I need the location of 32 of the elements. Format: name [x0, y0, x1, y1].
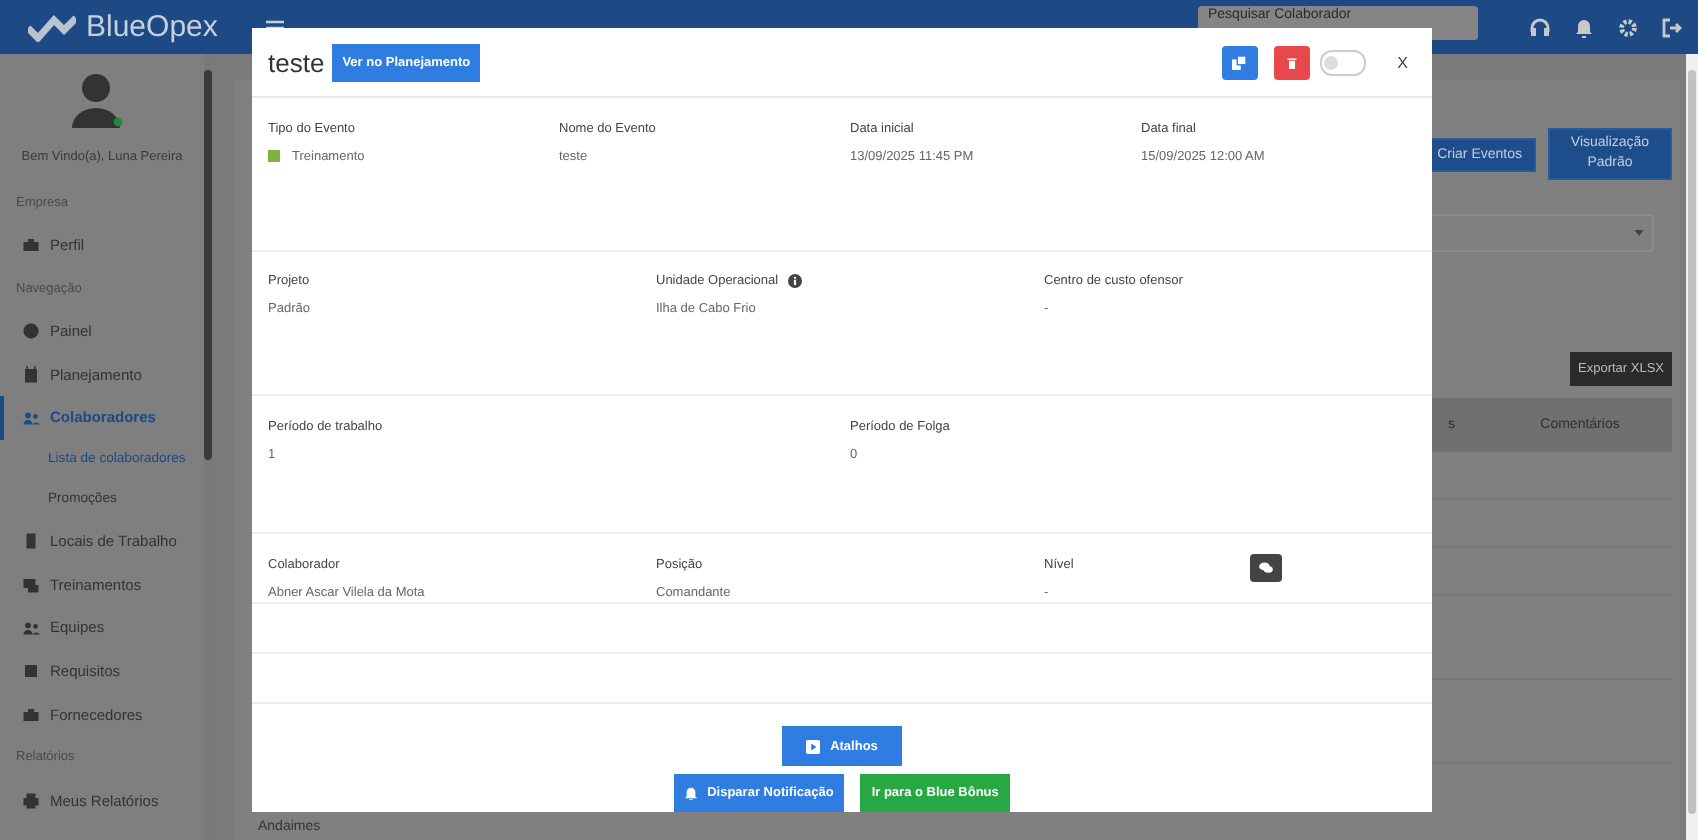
dialog-title: teste [268, 47, 325, 77]
trash-icon [1285, 55, 1298, 69]
nav-icon [22, 408, 40, 427]
nav-icon [22, 618, 40, 637]
close-button[interactable]: X [1397, 53, 1408, 71]
info-icon[interactable] [788, 274, 803, 289]
toggle-switch[interactable] [1319, 49, 1366, 75]
notification-bell-icon[interactable] [1574, 17, 1594, 37]
scrollbar-thumb[interactable] [204, 70, 212, 460]
nav-icon [22, 365, 40, 384]
bell-icon [683, 786, 698, 800]
nav-icon [22, 322, 40, 341]
play-icon [806, 739, 821, 753]
copy-icon [1232, 55, 1247, 69]
nav-icon [22, 236, 40, 255]
duplicate-button[interactable] [1221, 45, 1258, 79]
logout-icon[interactable] [1662, 17, 1682, 37]
nav-icon [22, 532, 40, 551]
chat-icon [1257, 562, 1274, 574]
caret-icon [1634, 230, 1644, 236]
nav-icon [22, 662, 40, 681]
brand-name: BlueOpex [86, 10, 218, 44]
avatar-icon [66, 70, 126, 130]
nav-icon [22, 705, 40, 724]
headset-icon[interactable] [1530, 17, 1550, 37]
scrollbar-thumb[interactable] [1688, 70, 1696, 814]
nav-icon [22, 575, 40, 594]
comments-button[interactable] [1249, 554, 1282, 582]
delete-button[interactable] [1273, 45, 1310, 79]
settings-icon[interactable] [1618, 17, 1638, 37]
nav-icon [22, 791, 40, 810]
logo-icon [28, 13, 76, 41]
